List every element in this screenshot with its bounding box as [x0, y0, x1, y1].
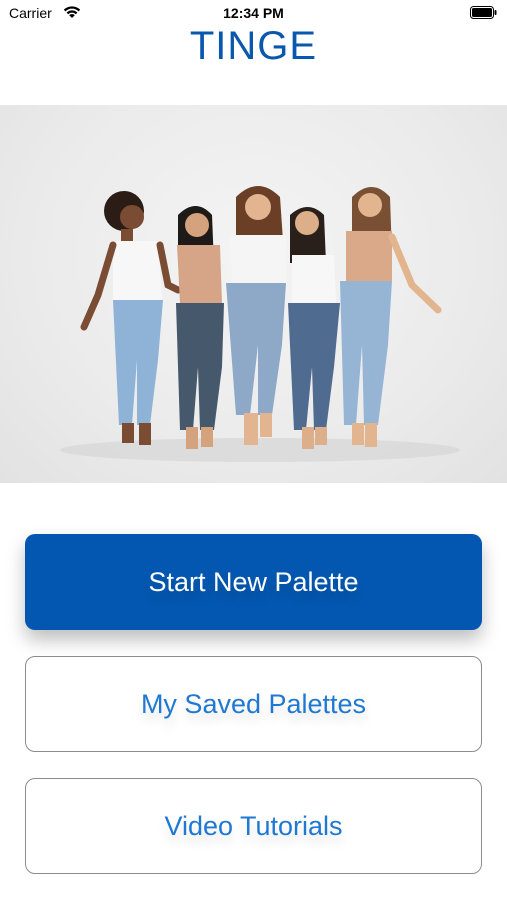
- home-screen: Carrier 12:34 PM TINGE Start New Palette…: [0, 0, 507, 900]
- person-3: [226, 186, 286, 445]
- app-title: TINGE: [189, 24, 318, 68]
- my-saved-palettes-label: My Saved Palettes: [140, 688, 367, 719]
- battery-icon: [470, 6, 497, 19]
- person-1: [80, 191, 182, 445]
- hero-photo: [0, 105, 507, 483]
- start-new-palette-label: Start New Palette: [148, 566, 359, 597]
- my-saved-palettes-button[interactable]: My Saved Palettes: [25, 656, 482, 752]
- person-4: [288, 207, 340, 449]
- person-2: [176, 206, 224, 449]
- person-5: [340, 187, 442, 447]
- status-time: 12:34 PM: [223, 5, 284, 21]
- video-tutorials-label: Video Tutorials: [164, 810, 343, 841]
- start-new-palette-button[interactable]: Start New Palette: [25, 534, 482, 630]
- hero-illustration: [60, 186, 460, 462]
- video-tutorials-button[interactable]: Video Tutorials: [25, 778, 482, 874]
